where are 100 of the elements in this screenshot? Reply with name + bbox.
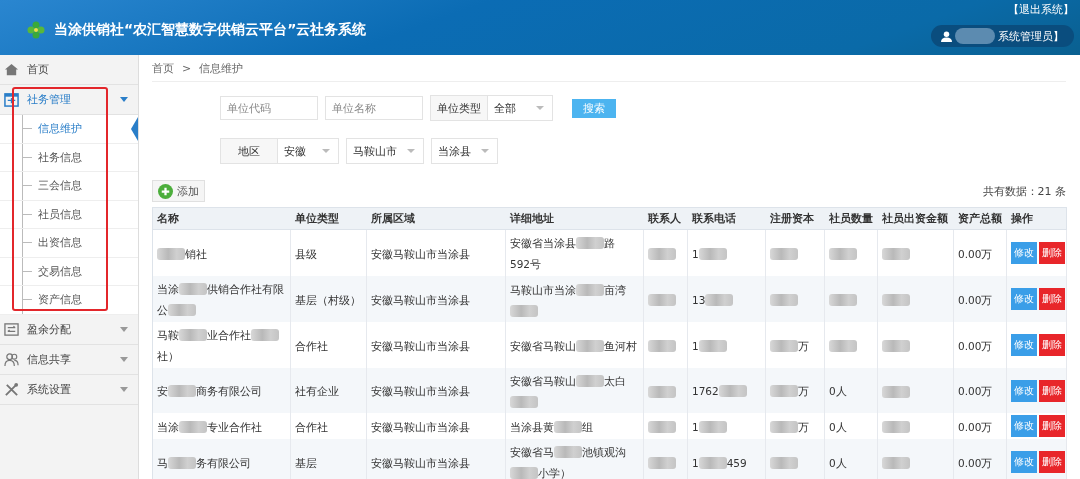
calendar-icon	[4, 92, 19, 107]
cell-text: 安徽省马	[510, 445, 554, 460]
submenu-item[interactable]: 信息维护	[0, 115, 138, 144]
cell-text: 沟	[615, 445, 626, 460]
sidebar-item[interactable]: 首页	[0, 55, 138, 85]
cell-text: 1	[692, 338, 699, 354]
cell-text: 1	[692, 419, 699, 435]
delete-button[interactable]: 删除	[1039, 379, 1065, 402]
blurred-text	[157, 247, 185, 260]
blurred-text	[168, 385, 196, 397]
table-cell-text: 0.00万	[958, 455, 993, 471]
blurred-text	[510, 467, 538, 479]
cell-text: 商务有限公司	[196, 384, 262, 399]
column-header: 操作	[1010, 211, 1033, 224]
submenu-item[interactable]: 社员信息	[0, 200, 138, 229]
submenu-item[interactable]: 三会信息	[0, 172, 138, 201]
delete-button[interactable]: 删除	[1039, 288, 1065, 310]
cell-text: 太	[604, 374, 615, 389]
blurred-text	[168, 304, 196, 316]
unit-name-field[interactable]: 单位名称	[325, 96, 423, 120]
blurred-text	[882, 294, 910, 306]
app-title: 当涂供销社“农汇智慧数字供销云平台”云社务系统	[54, 20, 367, 39]
blurred-text	[576, 375, 604, 387]
table-cell-text: 0.00万	[958, 384, 993, 399]
cell-text: 专业合作社	[207, 419, 262, 435]
users-icon	[4, 351, 19, 367]
cell-text: 组	[582, 419, 593, 435]
cell-text: 供销合作社有限	[207, 282, 284, 297]
column-header: 名称	[157, 211, 179, 224]
delete-button[interactable]: 删除	[1039, 334, 1065, 356]
blurred-text	[179, 420, 207, 433]
table-cell-text: 0.00万	[958, 292, 993, 308]
table-cell-text: 合作社	[295, 338, 328, 354]
blurred-text	[648, 385, 676, 398]
breadcrumb-item[interactable]: 首页	[152, 60, 174, 76]
blurred-text	[698, 420, 727, 433]
column-header: 社员出资金额	[881, 211, 948, 224]
delete-button[interactable]: 删除	[1039, 451, 1065, 473]
blurred-text	[251, 329, 279, 341]
cell-text: 亩	[604, 282, 615, 298]
cell-text: 马鞍	[157, 328, 179, 343]
blurred-text	[770, 248, 798, 260]
pointer-icon	[131, 117, 138, 141]
table-cell-text: 0.00万	[958, 246, 993, 262]
cell-text: 安徽省马鞍山	[510, 338, 576, 354]
home-icon	[4, 62, 19, 77]
cell-text: 万	[798, 419, 809, 435]
cell-text: 务有限公	[196, 455, 240, 471]
blurred-text	[829, 340, 857, 352]
table-cell-text: 0.00万	[958, 338, 993, 354]
logout-link[interactable]: 【退出系统】	[1008, 2, 1074, 17]
add-button[interactable]: 添加	[152, 180, 205, 202]
blurred-text	[648, 421, 676, 433]
region-dropdown[interactable]: 马鞍山市	[346, 138, 424, 164]
cell-text: 业合作社	[207, 328, 251, 343]
plus-icon	[158, 183, 173, 199]
breadcrumb-item: 信息维护	[199, 60, 244, 76]
unit-code-field[interactable]: 单位代码	[220, 96, 318, 120]
table-cell-text: 安徽马鞍山市当涂县	[371, 455, 470, 471]
cell-text: 592号	[510, 257, 542, 272]
blurred-text	[770, 339, 798, 352]
blurred-text	[882, 248, 910, 260]
column-header: 社员数量	[828, 211, 873, 224]
unit-type-dropdown[interactable]: 全部	[488, 96, 552, 120]
table-cell-text: 0人	[829, 419, 847, 435]
transfer-icon	[4, 321, 19, 337]
table-cell-text: 0.00万	[958, 419, 993, 435]
tools-icon	[4, 381, 19, 397]
cell-text: 公	[157, 303, 168, 318]
cell-text: 河村	[615, 338, 637, 354]
region-dropdown[interactable]: 安徽	[278, 139, 338, 163]
sidebar-item[interactable]: 系统设置	[0, 374, 138, 405]
region-dropdown[interactable]: 当涂县	[431, 138, 498, 164]
blurred-text	[829, 294, 857, 306]
submenu-item[interactable]: 社务信息	[0, 143, 138, 172]
submenu-item[interactable]: 出资信息	[0, 229, 138, 258]
column-header: 联系人	[647, 211, 681, 224]
blurred-text	[554, 446, 582, 458]
delete-button[interactable]: 删除	[1039, 415, 1065, 437]
sidebar-item[interactable]: 信息共享	[0, 344, 138, 375]
blurred-text	[882, 340, 910, 352]
blurred-text	[882, 421, 910, 433]
blurred-text	[179, 329, 207, 341]
logo-icon	[26, 19, 46, 40]
table-cell-text: 0人	[829, 384, 847, 399]
submenu-item[interactable]: 交易信息	[0, 257, 138, 286]
delete-button[interactable]: 删除	[1039, 242, 1065, 264]
table-cell-text: 安徽马鞍山市当涂县	[371, 246, 470, 262]
table-cell-text: 合作社	[295, 419, 328, 435]
cell-text: 安徽省当涂县	[510, 236, 576, 251]
cell-text: 13	[692, 292, 706, 308]
cell-text: 1762	[692, 384, 719, 399]
cell-text: 459	[726, 455, 747, 471]
column-header: 单位类型	[294, 211, 339, 224]
user-icon	[941, 30, 952, 42]
user-badge[interactable]: 系统管理员】	[931, 25, 1074, 47]
blurred-text	[168, 456, 196, 469]
cell-text: 小学）	[538, 466, 571, 479]
sidebar-item[interactable]: 盈余分配	[0, 314, 138, 345]
submenu-item[interactable]: 资产信息	[0, 286, 138, 315]
